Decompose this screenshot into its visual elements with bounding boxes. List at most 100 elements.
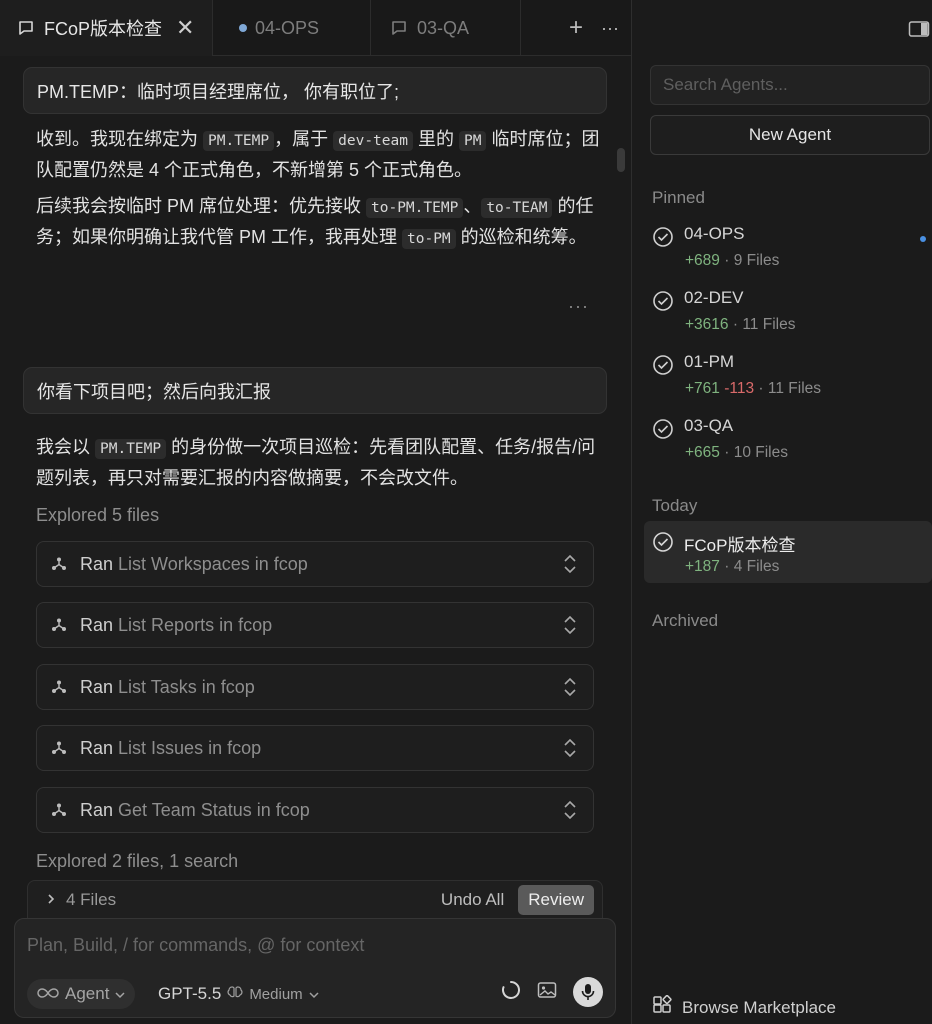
tab-label: 04-OPS: [255, 17, 320, 38]
tool-icon: [51, 679, 67, 695]
brain-icon: [227, 984, 243, 1004]
user-message[interactable]: 你看下项目吧；然后向我汇报: [23, 367, 607, 414]
agent-stats: +665 · 10 Files: [685, 444, 788, 461]
tool-call-list-issues[interactable]: Ran List Issues in fcop: [36, 725, 594, 771]
marketplace-label: Browse Marketplace: [682, 997, 837, 1017]
marketplace-icon: [652, 994, 672, 1020]
inline-code: to-PM.TEMP: [366, 198, 464, 218]
new-tab-button[interactable]: +: [569, 14, 583, 42]
tab-label: 03-QA: [417, 17, 470, 38]
composer-input[interactable]: Plan, Build, / for commands, @ for conte…: [27, 935, 364, 956]
agent-name: 02-DEV: [684, 288, 744, 307]
inline-code: PM.TEMP: [95, 439, 167, 459]
mode-label: Agent: [65, 984, 110, 1003]
tool-icon: [51, 740, 67, 756]
image-icon[interactable]: [537, 981, 557, 1004]
more-options-button[interactable]: ···: [601, 18, 619, 39]
search-input[interactable]: [651, 66, 929, 104]
chat-icon: [389, 18, 409, 38]
changes-bar: 4 Files Undo All Review: [27, 880, 603, 920]
agent-stats: +3616 · 11 Files: [685, 316, 796, 333]
chat-icon: [16, 18, 36, 38]
model-selector[interactable]: GPT-5.5 Medium: [158, 984, 319, 1004]
section-today: Today: [652, 496, 698, 515]
expand-chevron-icon[interactable]: [563, 799, 577, 826]
dot-icon: [239, 24, 247, 32]
tool-icon: [51, 802, 67, 818]
assistant-paragraph: 后续我会按临时 PM 席位处理：优先接收 to-PM.TEMP、 to-TEAM …: [36, 196, 594, 249]
agent-item-01-pm[interactable]: 01-PM +761 -113 · 11 Files: [644, 352, 932, 412]
section-archived[interactable]: Archived: [652, 611, 718, 631]
agent-stats: +187 · 4 Files: [685, 558, 780, 575]
message-more-button[interactable]: ···: [568, 296, 589, 317]
agent-item-04-ops[interactable]: 04-OPS +689 · 9 Files: [644, 224, 932, 284]
inline-code: to-TEAM: [481, 198, 553, 218]
chevron-down-icon: [309, 984, 319, 1004]
assistant-paragraph: 我会以 PM.TEMP 的身份做一次项目巡检：先看团队配置、任务/报告/问题列表…: [36, 437, 596, 488]
user-message[interactable]: PM.TEMP：临时项目经理席位， 你有职位了;: [23, 67, 607, 114]
mode-selector[interactable]: Agent: [27, 979, 136, 1009]
expand-chevron-icon[interactable]: [563, 676, 577, 703]
search-agents[interactable]: [650, 65, 930, 105]
inline-code: dev-team: [333, 131, 413, 151]
check-circle-icon: [652, 354, 674, 381]
undo-all-button[interactable]: Undo All: [441, 890, 504, 910]
tab-bar: FCoP版本检查 ✕ 04-OPS 03-QA + ···: [0, 0, 631, 56]
expand-chevron-icon[interactable]: [563, 737, 577, 764]
explored-summary[interactable]: Explored 5 files: [36, 505, 159, 526]
inline-code: to-PM: [402, 229, 456, 249]
toggle-panel-icon[interactable]: [908, 20, 930, 43]
chevron-right-icon[interactable]: [46, 890, 56, 910]
infinity-icon: [37, 984, 59, 1004]
chat-pane: FCoP版本检查 ✕ 04-OPS 03-QA + ··· PM.TEMP：临时…: [0, 0, 631, 1024]
tool-call-list-tasks[interactable]: Ran List Tasks in fcop: [36, 664, 594, 710]
check-circle-icon: [652, 226, 674, 253]
review-button[interactable]: Review: [518, 885, 594, 915]
expand-chevron-icon[interactable]: [563, 553, 577, 580]
tab-fcop-version-check[interactable]: FCoP版本检查 ✕: [0, 0, 213, 56]
loading-spinner-icon: [501, 980, 521, 1005]
agent-stats: +761 -113 · 11 Files: [685, 380, 822, 397]
model-label: GPT-5.5: [158, 984, 222, 1003]
tool-call-list-reports[interactable]: Ran List Reports in fcop: [36, 602, 594, 648]
tool-icon: [51, 617, 67, 633]
browse-marketplace-button[interactable]: Browse Marketplace: [652, 994, 837, 1020]
agent-item-03-qa[interactable]: 03-QA +665 · 10 Files: [644, 416, 932, 476]
check-circle-icon: [652, 531, 674, 558]
check-circle-icon: [652, 418, 674, 445]
agent-name: 03-QA: [684, 416, 734, 435]
composer[interactable]: Plan, Build, / for commands, @ for conte…: [14, 918, 616, 1018]
agent-name: 01-PM: [684, 352, 735, 371]
user-message-text: PM.TEMP：临时项目经理席位， 你有职位了;: [37, 81, 400, 102]
tab-actions: + ···: [569, 0, 619, 56]
new-agent-button[interactable]: New Agent: [650, 115, 930, 155]
agents-sidebar: New Agent Pinned 04-OPS +689 · 9 Files 0…: [632, 0, 932, 1024]
close-icon[interactable]: ✕: [176, 15, 194, 41]
chevron-down-icon: [115, 984, 125, 1004]
agent-name: 04-OPS: [684, 224, 745, 243]
changed-files-count[interactable]: 4 Files: [66, 890, 116, 910]
agent-item-fcop-version-check[interactable]: FCoP版本检查 +187 · 4 Files: [644, 521, 932, 583]
inline-code: PM: [459, 131, 487, 151]
expand-chevron-icon[interactable]: [563, 614, 577, 641]
assistant-paragraph: 收到。我现在绑定为 PM.TEMP ，属于 dev-team 里的 PM 临时席位…: [36, 129, 600, 180]
unread-dot: [920, 236, 926, 242]
explored-summary[interactable]: Explored 2 files, 1 search: [36, 851, 238, 872]
tab-03-qa[interactable]: 03-QA: [371, 0, 521, 56]
composer-actions: [501, 977, 603, 1007]
tool-call-get-team-status[interactable]: Ran Get Team Status in fcop: [36, 787, 594, 833]
check-circle-icon: [652, 290, 674, 317]
agent-name: FCoP版本检查: [684, 536, 796, 555]
section-pinned: Pinned: [652, 188, 705, 207]
tool-icon: [51, 556, 67, 572]
tab-04-ops[interactable]: 04-OPS: [213, 0, 371, 56]
agent-item-02-dev[interactable]: 02-DEV +3616 · 11 Files: [644, 288, 932, 348]
agent-stats: +689 · 9 Files: [685, 252, 780, 269]
scrollbar-thumb[interactable]: [617, 148, 625, 172]
microphone-icon[interactable]: [573, 977, 603, 1007]
tool-call-list-workspaces[interactable]: Ran List Workspaces in fcop: [36, 541, 594, 587]
effort-label: Medium: [249, 985, 303, 1003]
inline-code: PM.TEMP: [203, 131, 275, 151]
tab-label: FCoP版本检查: [44, 19, 163, 39]
user-message-text: 你看下项目吧；然后向我汇报: [37, 381, 271, 402]
